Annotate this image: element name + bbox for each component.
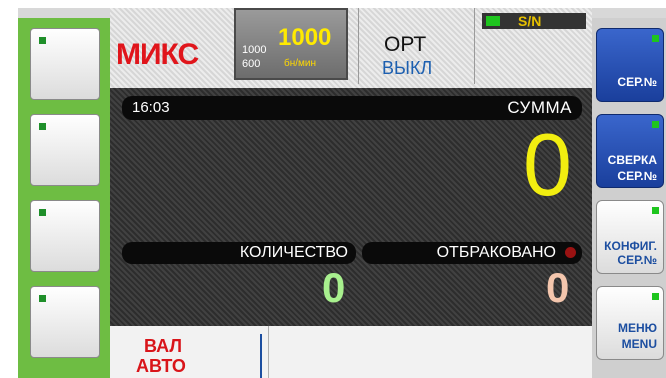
speed-option: 600 — [242, 58, 261, 70]
speed-unit: бн/мин — [284, 58, 317, 69]
count-header: КОЛИЧЕСТВО — [122, 242, 356, 264]
left-soft-key-1[interactable] — [30, 28, 100, 100]
left-soft-key-2[interactable] — [30, 114, 100, 186]
bottom-bar: ВАЛ АВТО — [110, 326, 592, 378]
reject-indicator-icon — [565, 247, 576, 258]
count-value: 0 — [322, 264, 346, 311]
counter-screen: МИКС 1000 1000 600 бн/мин ОРТ ВЫКЛ S/N 1… — [18, 8, 666, 378]
rejected-label: ОТБРАКОВАНО — [436, 244, 556, 261]
serial-config-button[interactable]: КОНФИГ. СЕР.№ — [596, 200, 664, 274]
divider — [358, 8, 359, 84]
left-button-column — [18, 18, 110, 378]
sum-value: 0 — [523, 115, 572, 214]
speed-value: 1000 — [278, 24, 332, 51]
led-indicator — [39, 209, 46, 216]
count-label: КОЛИЧЕСТВО — [239, 244, 348, 261]
led-indicator — [652, 207, 659, 214]
button-label: МЕНЮ — [617, 321, 657, 335]
rejected-header: ОТБРАКОВАНО — [362, 242, 582, 264]
divider — [474, 8, 475, 84]
orientation-state: ВЫКЛ — [382, 58, 433, 78]
divider — [260, 334, 262, 378]
mode-button[interactable]: МИКС — [116, 38, 199, 72]
left-soft-key-3[interactable] — [30, 200, 100, 272]
button-label: СЕР.№ — [617, 169, 657, 183]
rejected-value: 0 — [546, 264, 570, 311]
serial-number-indicator: S/N — [482, 13, 586, 29]
sn-label: S/N — [518, 13, 542, 29]
count-panel: 16:03 СУММА 0 КОЛИЧЕСТВО ОТБРАКОВАНО 0 0 — [110, 88, 592, 326]
led-indicator — [39, 295, 46, 302]
top-status-bar: МИКС 1000 1000 600 бн/мин ОРТ ВЫКЛ S/N — [110, 8, 592, 88]
sn-led — [486, 16, 500, 26]
button-label: КОНФИГ. — [604, 239, 657, 253]
menu-button[interactable]: МЕНЮ MENU — [596, 286, 664, 360]
currency-mode: АВТО — [136, 356, 186, 376]
button-label: СЕР.№ — [617, 75, 657, 89]
button-label: СЕР.№ — [617, 253, 657, 267]
led-indicator — [652, 121, 659, 128]
orientation-label: ОРТ — [384, 33, 427, 56]
serial-verify-button[interactable]: СВЕРКА СЕР.№ — [596, 114, 664, 188]
sum-header: 16:03 СУММА — [122, 96, 582, 120]
led-indicator — [652, 35, 659, 42]
led-indicator — [652, 293, 659, 300]
led-indicator — [39, 123, 46, 130]
right-button-column: СЕР.№ СВЕРКА СЕР.№ КОНФИГ. СЕР.№ МЕНЮ ME… — [592, 18, 666, 378]
divider — [268, 326, 269, 378]
led-indicator — [39, 37, 46, 44]
speed-option: 1000 — [242, 44, 267, 56]
button-label: СВЕРКА — [607, 153, 657, 167]
button-label: MENU — [621, 337, 657, 351]
speed-selector[interactable]: 1000 1000 600 бн/мин — [234, 8, 348, 80]
clock-time: 16:03 — [132, 99, 170, 116]
left-soft-key-4[interactable] — [30, 286, 100, 358]
currency-label: ВАЛ — [144, 336, 182, 356]
serial-number-button[interactable]: СЕР.№ — [596, 28, 664, 102]
